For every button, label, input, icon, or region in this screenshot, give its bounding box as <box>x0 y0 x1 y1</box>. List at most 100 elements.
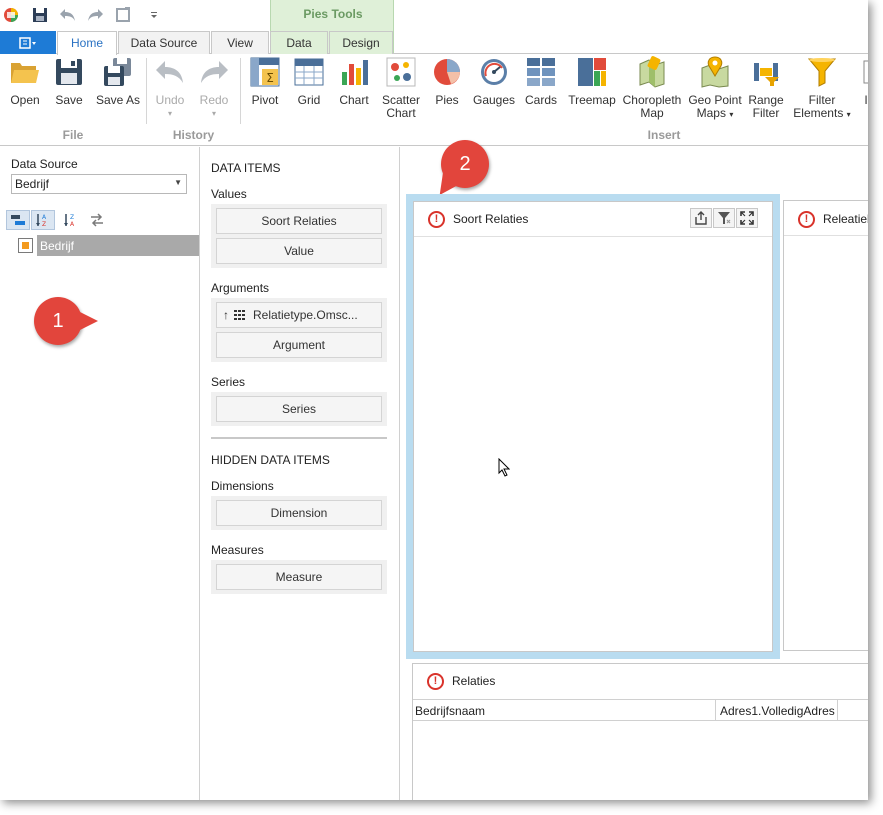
svg-text:A: A <box>70 221 75 228</box>
insert-pivot-button[interactable]: Σ Pivot <box>244 56 286 107</box>
tab-view[interactable]: View <box>211 31 269 54</box>
grid-header-row: Bedrijfsnaam Adres1.VolledigAdres <box>413 699 868 721</box>
insert-choropleth-map-button[interactable]: Choropleth Map <box>622 56 682 120</box>
series-well: Series <box>211 392 387 426</box>
dimension-placeholder[interactable]: Dimension <box>216 500 382 526</box>
header-divider <box>784 235 868 236</box>
pie-item-header: ! Soort Relaties <box>428 210 528 228</box>
undo-icon[interactable] <box>57 4 79 26</box>
save-icon <box>53 56 85 88</box>
insert-chart-button[interactable]: Chart <box>334 56 374 107</box>
values-label: Values <box>211 187 247 201</box>
group-separator <box>240 58 241 124</box>
file-menu-button[interactable] <box>0 31 56 54</box>
contextual-group-title: Pies Tools <box>303 7 363 21</box>
grid-item-relaties[interactable]: ! Relaties Bedrijfsnaam Adres1.VolledigA… <box>412 663 868 800</box>
values-well: Soort Relaties Value <box>211 204 387 268</box>
customize-qat-icon[interactable] <box>143 4 165 26</box>
hierarchy-icon <box>11 215 25 225</box>
sort-ascending-button[interactable]: AZ <box>31 210 55 230</box>
value-placeholder[interactable]: Value <box>216 238 382 264</box>
undo-button[interactable]: Undo ▾ <box>150 56 190 120</box>
save-as-icon <box>102 56 134 88</box>
dimensions-label: Dimensions <box>211 479 274 493</box>
insert-gauges-button[interactable]: Gauges <box>472 56 516 107</box>
measure-placeholder[interactable]: Measure <box>216 564 382 590</box>
redo-icon <box>198 56 230 88</box>
data-items-panel: DATA ITEMS Values Soort Relaties Value A… <box>200 147 400 800</box>
series-label: Series <box>211 375 246 389</box>
save-button[interactable]: Save <box>48 56 90 107</box>
save-icon[interactable] <box>29 4 51 26</box>
insert-grid-button[interactable]: Grid <box>290 56 328 107</box>
open-button[interactable]: Open <box>4 56 46 107</box>
dashboard-surface: 2 ! Soort Relaties ! Releatie ! Relaties… <box>401 140 868 800</box>
svg-text:Z: Z <box>70 214 74 221</box>
swap-arrows-icon <box>91 213 103 227</box>
pivot-icon: Σ <box>249 56 281 88</box>
tab-data[interactable]: Data <box>270 31 328 54</box>
treemap-icon <box>576 56 608 88</box>
data-source-select[interactable]: Bedrijf ▼ <box>11 174 187 194</box>
pie-item-soort-relaties[interactable]: ! Soort Relaties <box>413 201 773 652</box>
insert-cards-button[interactable]: Cards <box>520 56 562 107</box>
arguments-well: ↑ Relatietype.Omsc... Argument <box>211 298 387 362</box>
insert-treemap-button[interactable]: Treemap <box>568 56 616 107</box>
sort-za-icon: ZA <box>64 214 75 228</box>
arguments-label: Arguments <box>211 281 270 295</box>
refresh-fields-button[interactable] <box>86 210 108 230</box>
save-as-button[interactable]: Save As <box>94 56 142 107</box>
series-placeholder[interactable]: Series <box>216 396 382 422</box>
dashboard-item-releatieb[interactable]: ! Releatieb <box>783 200 868 651</box>
value-item-soort-relaties[interactable]: Soort Relaties <box>216 208 382 234</box>
filter-funnel-icon <box>806 56 838 88</box>
pie-item-title: Soort Relaties <box>453 212 529 226</box>
clear-filter-button[interactable] <box>713 208 735 228</box>
insert-more-button[interactable]: I <box>858 56 868 107</box>
geo-point-map-icon <box>699 56 731 88</box>
insert-scatter-chart-button[interactable]: Scatter Chart <box>378 56 424 120</box>
chevron-down-icon: ▼ <box>174 178 182 187</box>
data-items-title: DATA ITEMS <box>211 161 281 175</box>
refresh-icon[interactable] <box>112 4 134 26</box>
grid-column-header[interactable]: Bedrijfsnaam <box>415 704 485 718</box>
tab-design[interactable]: Design <box>329 31 393 54</box>
export-icon <box>695 211 707 225</box>
sort-descending-button[interactable]: ZA <box>60 210 82 230</box>
pie-item-selection-frame[interactable]: ! Soort Relaties <box>406 194 780 659</box>
mouse-cursor-icon <box>498 457 511 480</box>
grid-item-header: ! Relaties <box>427 672 495 690</box>
tab-home[interactable]: Home <box>57 31 117 55</box>
argument-placeholder[interactable]: Argument <box>216 332 382 358</box>
grid-column-header[interactable]: Adres1.VolledigAdres <box>720 704 835 718</box>
insert-pies-button[interactable]: Pies <box>428 56 466 107</box>
data-source-select-value: Bedrijf <box>15 177 50 191</box>
argument-item-relatietype[interactable]: ↑ Relatietype.Omsc... <box>216 302 382 328</box>
group-label-file: File <box>62 128 84 142</box>
insert-geo-point-maps-button[interactable]: Geo Point Maps ▾ <box>686 56 744 121</box>
hidden-data-items-title: HIDDEN DATA ITEMS <box>211 453 330 467</box>
callout-badge-1: 1 <box>34 297 82 345</box>
measures-well: Measure <box>211 560 387 594</box>
sort-arrow-up-icon: ↑ <box>223 308 229 322</box>
export-button[interactable] <box>690 208 712 228</box>
tab-data-source[interactable]: Data Source <box>118 31 210 54</box>
app-logo-icon <box>0 4 22 26</box>
insert-filter-elements-button[interactable]: Filter Elements ▾ <box>790 56 854 121</box>
redo-button[interactable]: Redo ▾ <box>194 56 234 120</box>
tree-item-bedrijf[interactable]: Bedrijf <box>40 239 74 253</box>
dimensions-well: Dimension <box>211 496 387 530</box>
gauge-icon <box>478 56 510 88</box>
insert-range-filter-button[interactable]: Range Filter <box>746 56 786 120</box>
choropleth-map-icon <box>636 56 668 88</box>
svg-text:A: A <box>42 214 47 221</box>
maximize-button[interactable] <box>736 208 758 228</box>
undo-icon <box>154 56 186 88</box>
folder-open-icon <box>9 56 41 88</box>
callout-pointer <box>76 310 98 332</box>
redo-icon[interactable] <box>84 4 106 26</box>
group-label-insert: Insert <box>647 128 681 142</box>
group-by-type-button[interactable] <box>6 210 30 230</box>
pie-chart-icon <box>431 56 463 88</box>
grid-item-title: Relaties <box>452 674 496 688</box>
